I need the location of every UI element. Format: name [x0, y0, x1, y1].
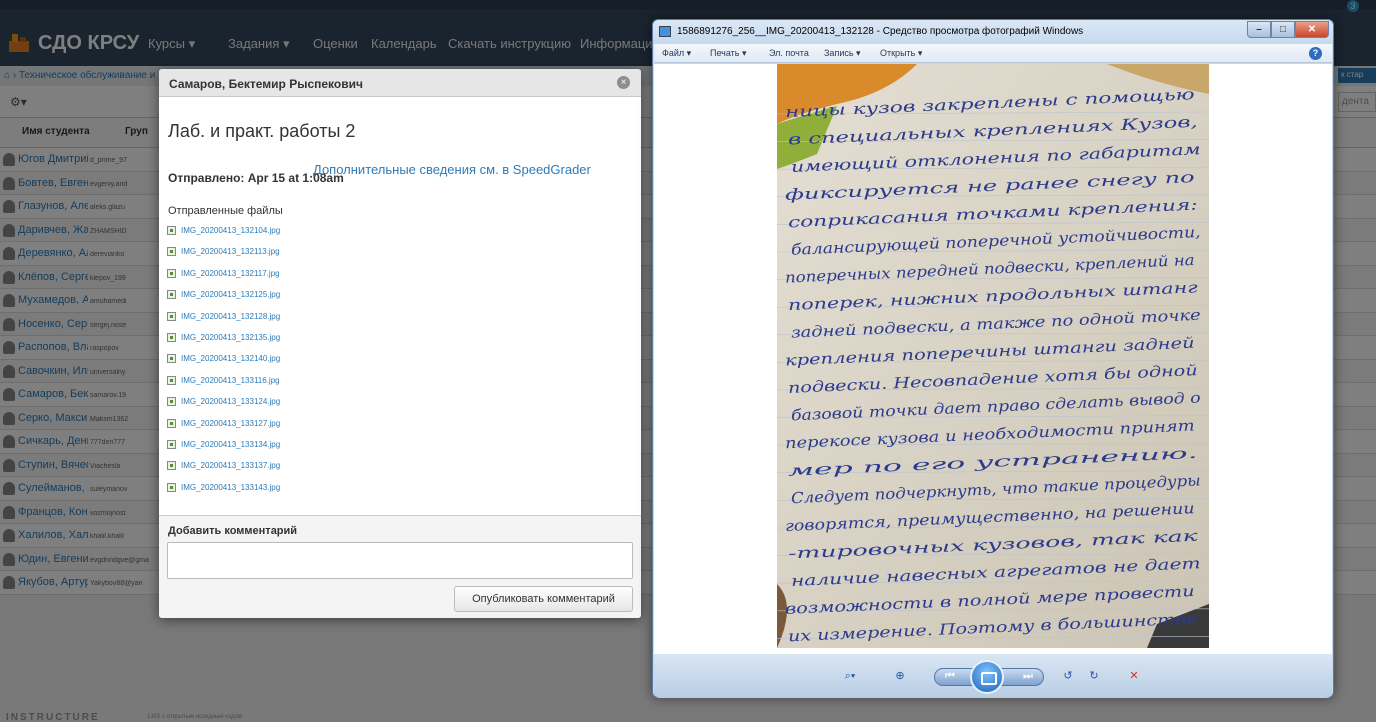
maximize-button[interactable]: □ [1271, 21, 1295, 38]
viewer-menubar: Файл ▾ Печать ▾ Эл. почта Запись ▾ Откры… [654, 44, 1332, 63]
image-file-icon [167, 375, 176, 385]
rotate-cw-icon[interactable]: ↻ [1084, 666, 1104, 686]
close-icon[interactable]: × [617, 76, 630, 89]
dialog-body: Лаб. и практ. работы 2 Отправлено: Apr 1… [159, 97, 641, 515]
file-name[interactable]: IMG_20200413_132113.jpg [181, 247, 280, 256]
speedgrader-link[interactable]: Дополнительные сведения см. в SpeedGrade… [313, 162, 591, 177]
delete-icon[interactable]: ✕ [1124, 666, 1144, 686]
file-name[interactable]: IMG_20200413_133143.jpg [181, 483, 280, 492]
menu-burn[interactable]: Запись ▾ [824, 48, 861, 59]
menu-email[interactable]: Эл. почта [769, 48, 809, 58]
viewer-titlebar[interactable]: 1586891276_256__IMG_20200413_132128 - Ср… [653, 20, 1333, 44]
image-file-icon [167, 418, 176, 428]
comment-input[interactable] [167, 542, 633, 579]
dialog-title: Самаров, Бектемир Рыспекович [169, 77, 363, 91]
handwritten-page-photo: ницы кузов закреплены с помощьюв специал… [777, 64, 1209, 648]
file-name[interactable]: IMG_20200413_132135.jpg [181, 333, 280, 342]
photo-viewer-window: 1586891276_256__IMG_20200413_132128 - Ср… [652, 19, 1334, 698]
next-icon[interactable]: ⏭ [1018, 666, 1038, 686]
rotate-ccw-icon[interactable]: ↺ [1058, 666, 1078, 686]
image-file-icon [167, 461, 176, 471]
close-window-button[interactable]: ✕ [1295, 21, 1329, 38]
image-file-icon [167, 482, 176, 492]
menu-file[interactable]: Файл ▾ [662, 48, 691, 59]
menu-print[interactable]: Печать ▾ [710, 48, 747, 59]
photo-canvas: ницы кузов закреплены с помощью в специал… [654, 64, 1332, 654]
file-name[interactable]: IMG_20200413_133137.jpg [181, 461, 280, 470]
actual-size-icon[interactable]: ⊕ [890, 666, 910, 686]
image-file-icon [167, 397, 176, 407]
previous-icon[interactable]: ⏮ [940, 666, 960, 686]
viewer-controls: ⌕▾ ⊕ ⏮ ⏭ ↺ ↻ ✕ [654, 654, 1332, 698]
minimize-button[interactable]: – [1247, 21, 1271, 38]
image-file-icon [167, 268, 176, 278]
slideshow-button[interactable] [970, 660, 1004, 694]
viewer-title: 1586891276_256__IMG_20200413_132128 - Ср… [677, 26, 1084, 37]
image-file-icon [167, 290, 176, 300]
file-name[interactable]: IMG_20200413_132117.jpg [181, 269, 280, 278]
image-file-icon [167, 332, 176, 342]
image-file-icon [167, 439, 176, 449]
file-name[interactable]: IMG_20200413_132125.jpg [181, 290, 280, 299]
file-name[interactable]: IMG_20200413_132128.jpg [181, 312, 280, 321]
dialog-footer: Добавить комментарий Опубликовать коммен… [159, 515, 641, 618]
post-comment-button[interactable]: Опубликовать комментарий [454, 586, 633, 612]
help-icon[interactable]: ? [1309, 47, 1322, 60]
zoom-icon[interactable]: ⌕▾ [840, 666, 860, 686]
comment-label: Добавить комментарий [168, 525, 298, 537]
file-name[interactable]: IMG_20200413_133127.jpg [181, 419, 280, 428]
dialog-header: Самаров, Бектемир Рыспекович × [159, 69, 641, 97]
file-name[interactable]: IMG_20200413_133124.jpg [181, 397, 280, 406]
file-name[interactable]: IMG_20200413_133116.jpg [181, 376, 280, 385]
photo-viewer-icon [659, 26, 671, 37]
assignment-title: Лаб. и практ. работы 2 [168, 121, 356, 141]
menu-open[interactable]: Открыть ▾ [880, 48, 922, 59]
file-name[interactable]: IMG_20200413_133134.jpg [181, 440, 280, 449]
files-heading: Отправленные файлы [168, 205, 283, 217]
image-file-icon [167, 311, 176, 321]
image-file-icon [167, 226, 176, 235]
image-file-icon [167, 247, 176, 257]
submission-dialog: Самаров, Бектемир Рыспекович × Лаб. и пр… [159, 69, 641, 618]
file-name[interactable]: IMG_20200413_132104.jpg [181, 226, 280, 235]
image-file-icon [167, 354, 176, 364]
file-name[interactable]: IMG_20200413_132140.jpg [181, 354, 280, 363]
